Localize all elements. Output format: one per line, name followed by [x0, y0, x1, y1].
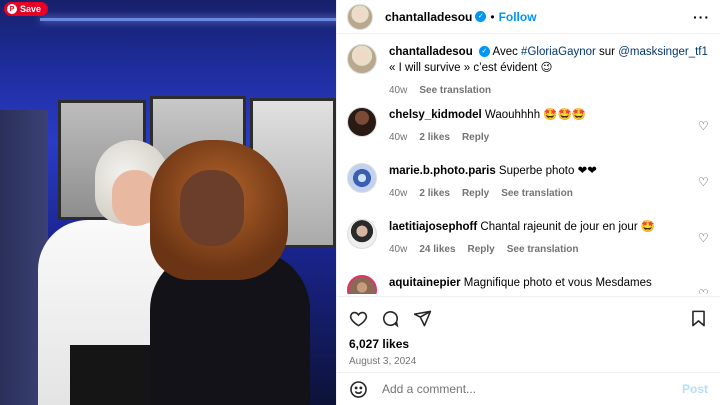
- author-avatar[interactable]: [347, 3, 373, 30]
- reply-button[interactable]: Reply: [468, 242, 495, 258]
- caption-text: Avec: [492, 46, 522, 58]
- comment-row: marie.b.photo.paris Superbe photo ❤❤ 40w…: [337, 163, 720, 216]
- like-comment-heart-icon[interactable]: ♡: [698, 231, 710, 272]
- comment-text: Waouhhhh 🤩🤩🤩: [484, 109, 587, 121]
- ceiling-light: [40, 18, 336, 21]
- caption-username[interactable]: chantalladesou: [389, 46, 473, 58]
- comments-list[interactable]: chantalladesou ✓ Avec #GloriaGaynor sur …: [337, 44, 720, 294]
- see-translation-link[interactable]: See translation: [507, 242, 579, 258]
- post-date: August 3, 2024: [349, 356, 417, 367]
- caption-text: sur: [595, 46, 619, 58]
- emoji-icon[interactable]: [349, 380, 368, 399]
- commenter-avatar[interactable]: [347, 163, 377, 193]
- comment-row: aquitainepier Magnifique photo et vous M…: [337, 275, 720, 294]
- comment-text: Chantal rajeunit de jour en jour 🤩: [480, 221, 656, 233]
- commenter-avatar[interactable]: [347, 275, 377, 294]
- post-photo[interactable]: P Save: [0, 0, 336, 405]
- comment-input[interactable]: [382, 382, 682, 396]
- pinterest-save-button[interactable]: P Save: [4, 2, 49, 16]
- post-comment-button[interactable]: Post: [682, 382, 708, 396]
- reply-button[interactable]: Reply: [462, 130, 489, 146]
- reply-button[interactable]: Reply: [462, 186, 489, 202]
- comment-likes[interactable]: 2 likes: [419, 186, 450, 202]
- person-face: [180, 170, 244, 246]
- like-comment-heart-icon[interactable]: ♡: [698, 175, 710, 216]
- commenter-avatar[interactable]: [347, 219, 377, 249]
- comment-username[interactable]: aquitainepier: [389, 277, 461, 289]
- like-heart-icon[interactable]: [349, 309, 368, 328]
- comment-time: 40w: [389, 244, 408, 255]
- likes-count[interactable]: 6,027 likes: [349, 337, 708, 351]
- separator-dot: •: [490, 9, 495, 24]
- caption-line-2: « I will survive » c’est évident 😉: [389, 62, 553, 74]
- author-avatar[interactable]: [347, 44, 377, 74]
- comment-username[interactable]: marie.b.photo.paris: [389, 165, 496, 177]
- author-username[interactable]: chantalladesou: [385, 10, 472, 24]
- comment-row: laetitiajosephoff Chantal rajeunit de jo…: [337, 219, 720, 272]
- bookmark-icon[interactable]: [689, 309, 708, 328]
- comment-composer: Post: [337, 372, 720, 405]
- like-comment-heart-icon[interactable]: ♡: [698, 119, 710, 160]
- mention-link[interactable]: @masksinger_tf1: [618, 46, 708, 58]
- comment-text: Superbe photo ❤❤: [498, 165, 597, 177]
- comment-username[interactable]: chelsy_kidmodel: [389, 109, 482, 121]
- comment-username[interactable]: laetitiajosephoff: [389, 221, 477, 233]
- caption-time: 40w: [389, 85, 408, 96]
- comment-text: Magnifique photo et vous Mesdames: [463, 277, 652, 289]
- more-options-icon[interactable]: ···: [693, 9, 710, 25]
- see-translation-link[interactable]: See translation: [501, 186, 573, 202]
- comment-time: 40w: [389, 188, 408, 199]
- pinterest-icon: P: [7, 4, 17, 14]
- post-actions: 6,027 likes August 3, 2024: [337, 296, 720, 367]
- verified-icon: ✓: [478, 46, 490, 58]
- like-comment-heart-icon[interactable]: ♡: [698, 287, 710, 294]
- comment-row: chelsy_kidmodel Waouhhhh 🤩🤩🤩 40w 2 likes…: [337, 107, 720, 160]
- comment-likes[interactable]: 2 likes: [419, 130, 450, 146]
- comment-bubble-icon[interactable]: [381, 309, 400, 328]
- comment-likes[interactable]: 24 likes: [419, 242, 455, 258]
- save-label: Save: [20, 4, 42, 14]
- comment-time: 40w: [389, 132, 408, 143]
- verified-icon: ✓: [475, 11, 487, 22]
- see-translation-link[interactable]: See translation: [419, 83, 491, 99]
- post-header: chantalladesou ✓ • Follow ···: [337, 0, 720, 34]
- commenter-avatar[interactable]: [347, 107, 377, 137]
- follow-button[interactable]: Follow: [499, 10, 537, 24]
- post-caption: chantalladesou ✓ Avec #GloriaGaynor sur …: [337, 44, 720, 104]
- post-panel: chantalladesou ✓ • Follow ··· chantallad…: [336, 0, 720, 405]
- share-send-icon[interactable]: [413, 309, 432, 328]
- hashtag-link[interactable]: #GloriaGaynor: [521, 46, 596, 58]
